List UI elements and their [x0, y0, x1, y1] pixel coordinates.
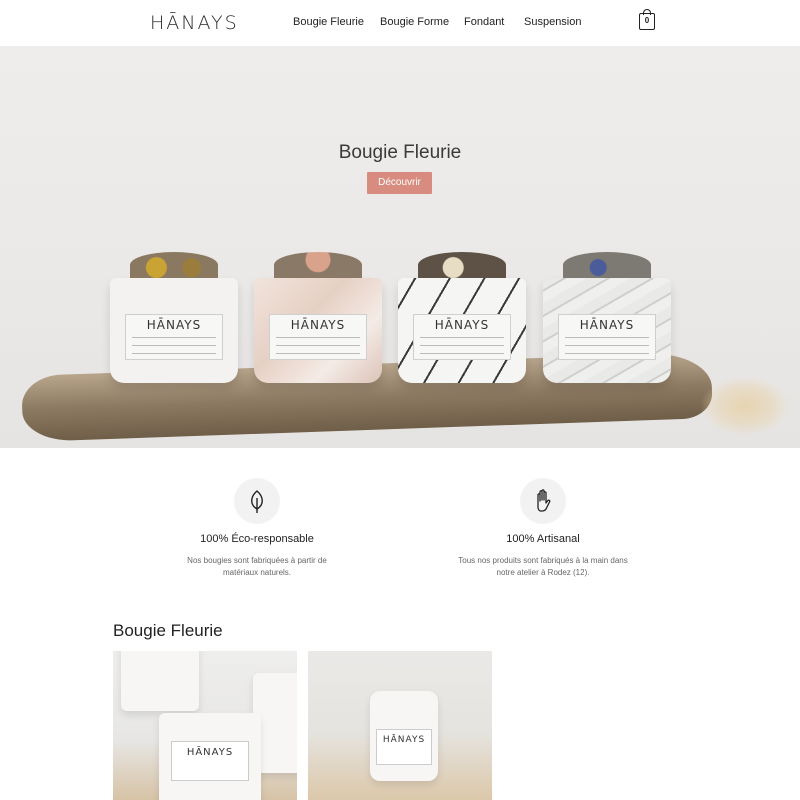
product-label: HĀNAYS [171, 741, 249, 781]
hero-banner: Bougie Fleurie Découvrir HĀNAYS HĀNAYS H… [0, 46, 800, 448]
label-divider [420, 337, 504, 342]
label-divider [132, 353, 216, 358]
label-divider [565, 353, 649, 358]
label-divider [420, 353, 504, 358]
feature-description-line: Tous nos produits sont fabriqués à la ma… [458, 556, 628, 565]
discover-button[interactable]: Découvrir [367, 172, 432, 194]
product-jar-image: HĀNAYS [159, 713, 261, 800]
product-card[interactable]: HĀNAYS [308, 651, 492, 800]
feature-description-line: matériaux naturels. [222, 568, 292, 577]
label-divider [276, 345, 360, 350]
label-divider [565, 345, 649, 350]
label-divider [132, 345, 216, 350]
feature-description-line: Nos bougies sont fabriquées à partir de [187, 556, 327, 565]
feature-description-line: notre atelier à Rodez (12). [496, 568, 590, 577]
cart-icon[interactable]: 0 [639, 9, 655, 30]
candle-label-logo: HĀNAYS [146, 318, 202, 332]
section-title: Bougie Fleurie [113, 621, 223, 640]
candle-label-logo: HĀNAYS [290, 318, 346, 332]
dried-flowers-image [418, 252, 506, 278]
candle-label-logo: HĀNAYS [579, 318, 635, 332]
feature-description: Tous nos produits sont fabriqués à la ma… [443, 555, 643, 579]
candle-label: HĀNAYS [413, 314, 511, 360]
dried-flowers-image [274, 252, 362, 278]
dried-flowers-image [563, 252, 651, 278]
nav-item-bougie-fleurie[interactable]: Bougie Fleurie [293, 16, 364, 28]
label-divider [276, 337, 360, 342]
label-divider [420, 345, 504, 350]
candle-image: HĀNAYS [254, 252, 382, 383]
candle-label: HĀNAYS [125, 314, 223, 360]
logo[interactable]: HĀNAYS [150, 12, 239, 34]
candle-image: HĀNAYS [398, 252, 526, 383]
dried-grass-image [700, 376, 790, 436]
nav-item-suspension[interactable]: Suspension [524, 16, 582, 28]
hero-title: Bougie Fleurie [338, 142, 462, 163]
label-divider [565, 337, 649, 342]
feature-title: 100% Éco-responsable [200, 533, 314, 545]
nav-item-fondant[interactable]: Fondant [464, 16, 504, 28]
cart-count: 0 [644, 16, 650, 25]
leaf-icon [251, 490, 263, 513]
feature-description: Nos bougies sont fabriquées à partir de … [157, 555, 357, 579]
feature-title: 100% Artisanal [506, 533, 580, 545]
product-label: HĀNAYS [376, 729, 432, 765]
feature-icon-circle [234, 478, 280, 524]
product-jar-image: HĀNAYS [370, 691, 438, 781]
candle-image: HĀNAYS [543, 252, 671, 383]
nav-item-bougie-forme[interactable]: Bougie Forme [380, 16, 449, 28]
label-divider [132, 337, 216, 342]
product-card[interactable]: HĀNAYS [113, 651, 297, 800]
hand-icon [537, 489, 551, 512]
product-jar-image [121, 651, 199, 711]
site-header: HĀNAYS Bougie Fleurie Bougie Forme Fonda… [0, 0, 800, 46]
label-divider [276, 353, 360, 358]
candle-image: HĀNAYS [110, 252, 238, 383]
feature-icon-circle [520, 478, 566, 524]
candle-label: HĀNAYS [269, 314, 367, 360]
dried-flowers-image [130, 252, 218, 278]
candle-label: HĀNAYS [558, 314, 656, 360]
candle-label-logo: HĀNAYS [434, 318, 490, 332]
